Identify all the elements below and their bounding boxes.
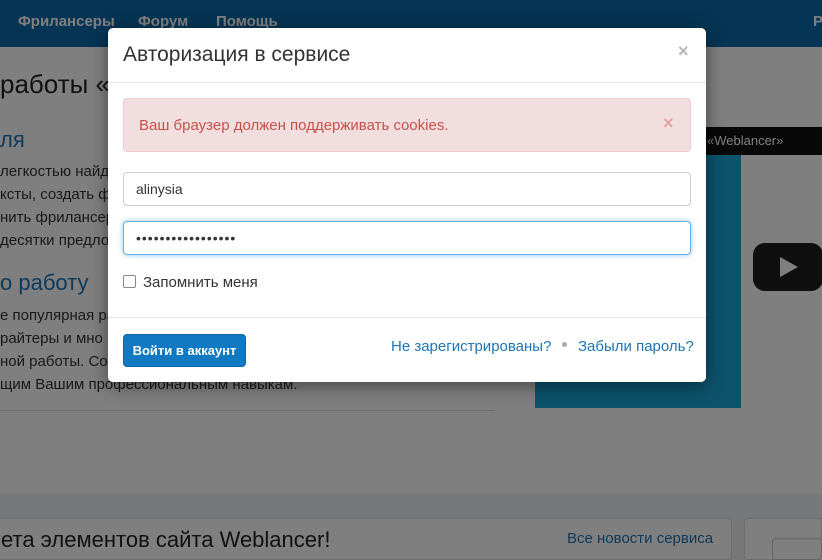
login-input[interactable] — [123, 172, 691, 206]
login-submit-button[interactable]: Войти в аккаунт — [123, 334, 246, 367]
modal-title: Авторизация в сервисе — [123, 43, 351, 66]
modal-footer: Войти в аккаунт Не зарегистрированы? Заб… — [108, 317, 706, 382]
close-icon[interactable]: × — [678, 41, 689, 62]
remember-label[interactable]: Запомнить меня — [143, 274, 258, 291]
modal-header: Авторизация в сервисе × — [108, 28, 706, 83]
link-separator — [562, 342, 567, 347]
alert-message: Ваш браузер должен поддерживать cookies. — [139, 117, 449, 134]
register-link[interactable]: Не зарегистрированы? — [391, 338, 551, 355]
login-modal: Авторизация в сервисе × Ваш браузер долж… — [108, 28, 706, 382]
cookies-alert: Ваш браузер должен поддерживать cookies.… — [123, 98, 691, 152]
forgot-password-link[interactable]: Забыли пароль? — [578, 338, 694, 355]
password-input[interactable] — [123, 221, 691, 255]
alert-close-icon[interactable]: × — [663, 113, 674, 134]
remember-checkbox[interactable] — [123, 275, 136, 288]
